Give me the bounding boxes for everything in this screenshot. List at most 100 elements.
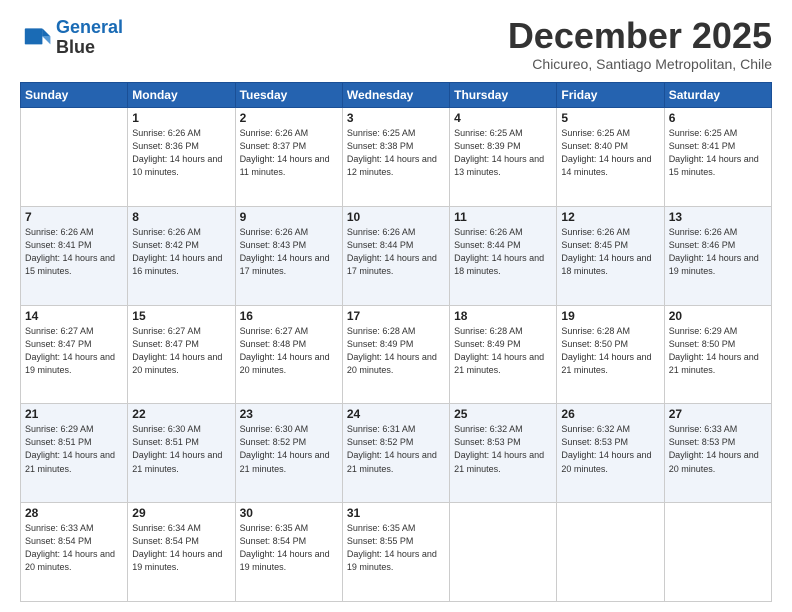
calendar-cell: 2Sunrise: 6:26 AMSunset: 8:37 PMDaylight… [235, 108, 342, 207]
day-number: 18 [454, 309, 552, 323]
calendar-week-row: 21 Sunrise: 6:29 AMSunset: 8:51 PMDayligh… [21, 404, 772, 503]
calendar-cell: 30 Sunrise: 6:35 AMSunset: 8:54 PMDayligh… [235, 503, 342, 602]
cell-info: Sunrise: 6:25 AMSunset: 8:40 PMDaylight:… [561, 127, 659, 179]
calendar-cell: 18 Sunrise: 6:28 AMSunset: 8:49 PMDayligh… [450, 305, 557, 404]
day-number: 12 [561, 210, 659, 224]
day-number: 21 [25, 407, 123, 421]
calendar-cell: 10 Sunrise: 6:26 AMSunset: 8:44 PMDayligh… [342, 206, 449, 305]
cell-info: Sunrise: 6:25 AMSunset: 8:39 PMDaylight:… [454, 127, 552, 179]
day-number: 30 [240, 506, 338, 520]
day-number: 9 [240, 210, 338, 224]
day-number: 28 [25, 506, 123, 520]
cell-info: Sunrise: 6:27 AMSunset: 8:48 PMDaylight:… [240, 325, 338, 377]
cell-info: Sunrise: 6:28 AMSunset: 8:49 PMDaylight:… [454, 325, 552, 377]
calendar-cell [21, 108, 128, 207]
day-number: 19 [561, 309, 659, 323]
day-number: 5 [561, 111, 659, 125]
calendar-cell: 24 Sunrise: 6:31 AMSunset: 8:52 PMDayligh… [342, 404, 449, 503]
calendar-cell: 27Sunrise: 6:33 AMSunset: 8:53 PMDayligh… [664, 404, 771, 503]
cell-info: Sunrise: 6:34 AMSunset: 8:54 PMDaylight:… [132, 522, 230, 574]
day-number: 7 [25, 210, 123, 224]
day-number: 27 [669, 407, 767, 421]
cell-info: Sunrise: 6:26 AMSunset: 8:44 PMDaylight:… [347, 226, 445, 278]
day-number: 22 [132, 407, 230, 421]
calendar-cell: 19Sunrise: 6:28 AMSunset: 8:50 PMDayligh… [557, 305, 664, 404]
col-tuesday: Tuesday [235, 83, 342, 108]
day-number: 29 [132, 506, 230, 520]
cell-info: Sunrise: 6:32 AMSunset: 8:53 PMDaylight:… [561, 423, 659, 475]
cell-info: Sunrise: 6:26 AMSunset: 8:42 PMDaylight:… [132, 226, 230, 278]
calendar-week-row: 1 Sunrise: 6:26 AMSunset: 8:36 PMDaylight… [21, 108, 772, 207]
calendar-week-row: 28 Sunrise: 6:33 AMSunset: 8:54 PMDayligh… [21, 503, 772, 602]
col-thursday: Thursday [450, 83, 557, 108]
day-number: 24 [347, 407, 445, 421]
calendar-table: Sunday Monday Tuesday Wednesday Thursday… [20, 82, 772, 602]
cell-info: Sunrise: 6:25 AMSunset: 8:41 PMDaylight:… [669, 127, 767, 179]
logo-text: General Blue [56, 18, 123, 58]
calendar-cell [557, 503, 664, 602]
calendar-cell: 15 Sunrise: 6:27 AMSunset: 8:47 PMDayligh… [128, 305, 235, 404]
day-number: 10 [347, 210, 445, 224]
day-number: 11 [454, 210, 552, 224]
calendar-cell: 13 Sunrise: 6:26 AMSunset: 8:46 PMDayligh… [664, 206, 771, 305]
cell-info: Sunrise: 6:35 AMSunset: 8:54 PMDaylight:… [240, 522, 338, 574]
day-number: 26 [561, 407, 659, 421]
logo-line2: Blue [56, 38, 123, 58]
page: General Blue December 2025 Chicureo, San… [0, 0, 792, 612]
day-number: 20 [669, 309, 767, 323]
day-number: 2 [240, 111, 338, 125]
day-number: 13 [669, 210, 767, 224]
calendar-cell: 29 Sunrise: 6:34 AMSunset: 8:54 PMDayligh… [128, 503, 235, 602]
calendar-week-row: 7 Sunrise: 6:26 AMSunset: 8:41 PMDaylight… [21, 206, 772, 305]
calendar-cell: 11 Sunrise: 6:26 AMSunset: 8:44 PMDayligh… [450, 206, 557, 305]
col-friday: Friday [557, 83, 664, 108]
cell-info: Sunrise: 6:30 AMSunset: 8:52 PMDaylight:… [240, 423, 338, 475]
calendar-cell: 4 Sunrise: 6:25 AMSunset: 8:39 PMDaylight… [450, 108, 557, 207]
calendar-cell: 26 Sunrise: 6:32 AMSunset: 8:53 PMDayligh… [557, 404, 664, 503]
location: Chicureo, Santiago Metropolitan, Chile [508, 56, 772, 72]
cell-info: Sunrise: 6:26 AMSunset: 8:44 PMDaylight:… [454, 226, 552, 278]
day-number: 23 [240, 407, 338, 421]
day-number: 15 [132, 309, 230, 323]
calendar-cell: 6Sunrise: 6:25 AMSunset: 8:41 PMDaylight… [664, 108, 771, 207]
day-number: 16 [240, 309, 338, 323]
col-monday: Monday [128, 83, 235, 108]
calendar-cell: 9 Sunrise: 6:26 AMSunset: 8:43 PMDaylight… [235, 206, 342, 305]
cell-info: Sunrise: 6:26 AMSunset: 8:36 PMDaylight:… [132, 127, 230, 179]
logo-icon [20, 22, 52, 54]
month-title: December 2025 [508, 18, 772, 54]
calendar-cell: 3 Sunrise: 6:25 AMSunset: 8:38 PMDaylight… [342, 108, 449, 207]
cell-info: Sunrise: 6:26 AMSunset: 8:43 PMDaylight:… [240, 226, 338, 278]
cell-info: Sunrise: 6:26 AMSunset: 8:46 PMDaylight:… [669, 226, 767, 278]
calendar-cell: 16 Sunrise: 6:27 AMSunset: 8:48 PMDayligh… [235, 305, 342, 404]
calendar-cell: 12 Sunrise: 6:26 AMSunset: 8:45 PMDayligh… [557, 206, 664, 305]
calendar-cell: 28 Sunrise: 6:33 AMSunset: 8:54 PMDayligh… [21, 503, 128, 602]
calendar-cell: 21 Sunrise: 6:29 AMSunset: 8:51 PMDayligh… [21, 404, 128, 503]
calendar-cell: 23 Sunrise: 6:30 AMSunset: 8:52 PMDayligh… [235, 404, 342, 503]
day-number: 17 [347, 309, 445, 323]
calendar-cell [664, 503, 771, 602]
col-wednesday: Wednesday [342, 83, 449, 108]
logo: General Blue [20, 18, 123, 58]
cell-info: Sunrise: 6:30 AMSunset: 8:51 PMDaylight:… [132, 423, 230, 475]
day-number: 1 [132, 111, 230, 125]
calendar-cell: 7 Sunrise: 6:26 AMSunset: 8:41 PMDaylight… [21, 206, 128, 305]
day-number: 14 [25, 309, 123, 323]
cell-info: Sunrise: 6:25 AMSunset: 8:38 PMDaylight:… [347, 127, 445, 179]
cell-info: Sunrise: 6:32 AMSunset: 8:53 PMDaylight:… [454, 423, 552, 475]
cell-info: Sunrise: 6:29 AMSunset: 8:50 PMDaylight:… [669, 325, 767, 377]
day-number: 3 [347, 111, 445, 125]
cell-info: Sunrise: 6:26 AMSunset: 8:41 PMDaylight:… [25, 226, 123, 278]
calendar-cell: 1 Sunrise: 6:26 AMSunset: 8:36 PMDaylight… [128, 108, 235, 207]
cell-info: Sunrise: 6:33 AMSunset: 8:54 PMDaylight:… [25, 522, 123, 574]
cell-info: Sunrise: 6:27 AMSunset: 8:47 PMDaylight:… [132, 325, 230, 377]
day-number: 25 [454, 407, 552, 421]
cell-info: Sunrise: 6:26 AMSunset: 8:45 PMDaylight:… [561, 226, 659, 278]
cell-info: Sunrise: 6:31 AMSunset: 8:52 PMDaylight:… [347, 423, 445, 475]
calendar-week-row: 14 Sunrise: 6:27 AMSunset: 8:47 PMDayligh… [21, 305, 772, 404]
day-number: 4 [454, 111, 552, 125]
calendar-cell: 8Sunrise: 6:26 AMSunset: 8:42 PMDaylight… [128, 206, 235, 305]
cell-info: Sunrise: 6:28 AMSunset: 8:49 PMDaylight:… [347, 325, 445, 377]
calendar-cell [450, 503, 557, 602]
cell-info: Sunrise: 6:29 AMSunset: 8:51 PMDaylight:… [25, 423, 123, 475]
